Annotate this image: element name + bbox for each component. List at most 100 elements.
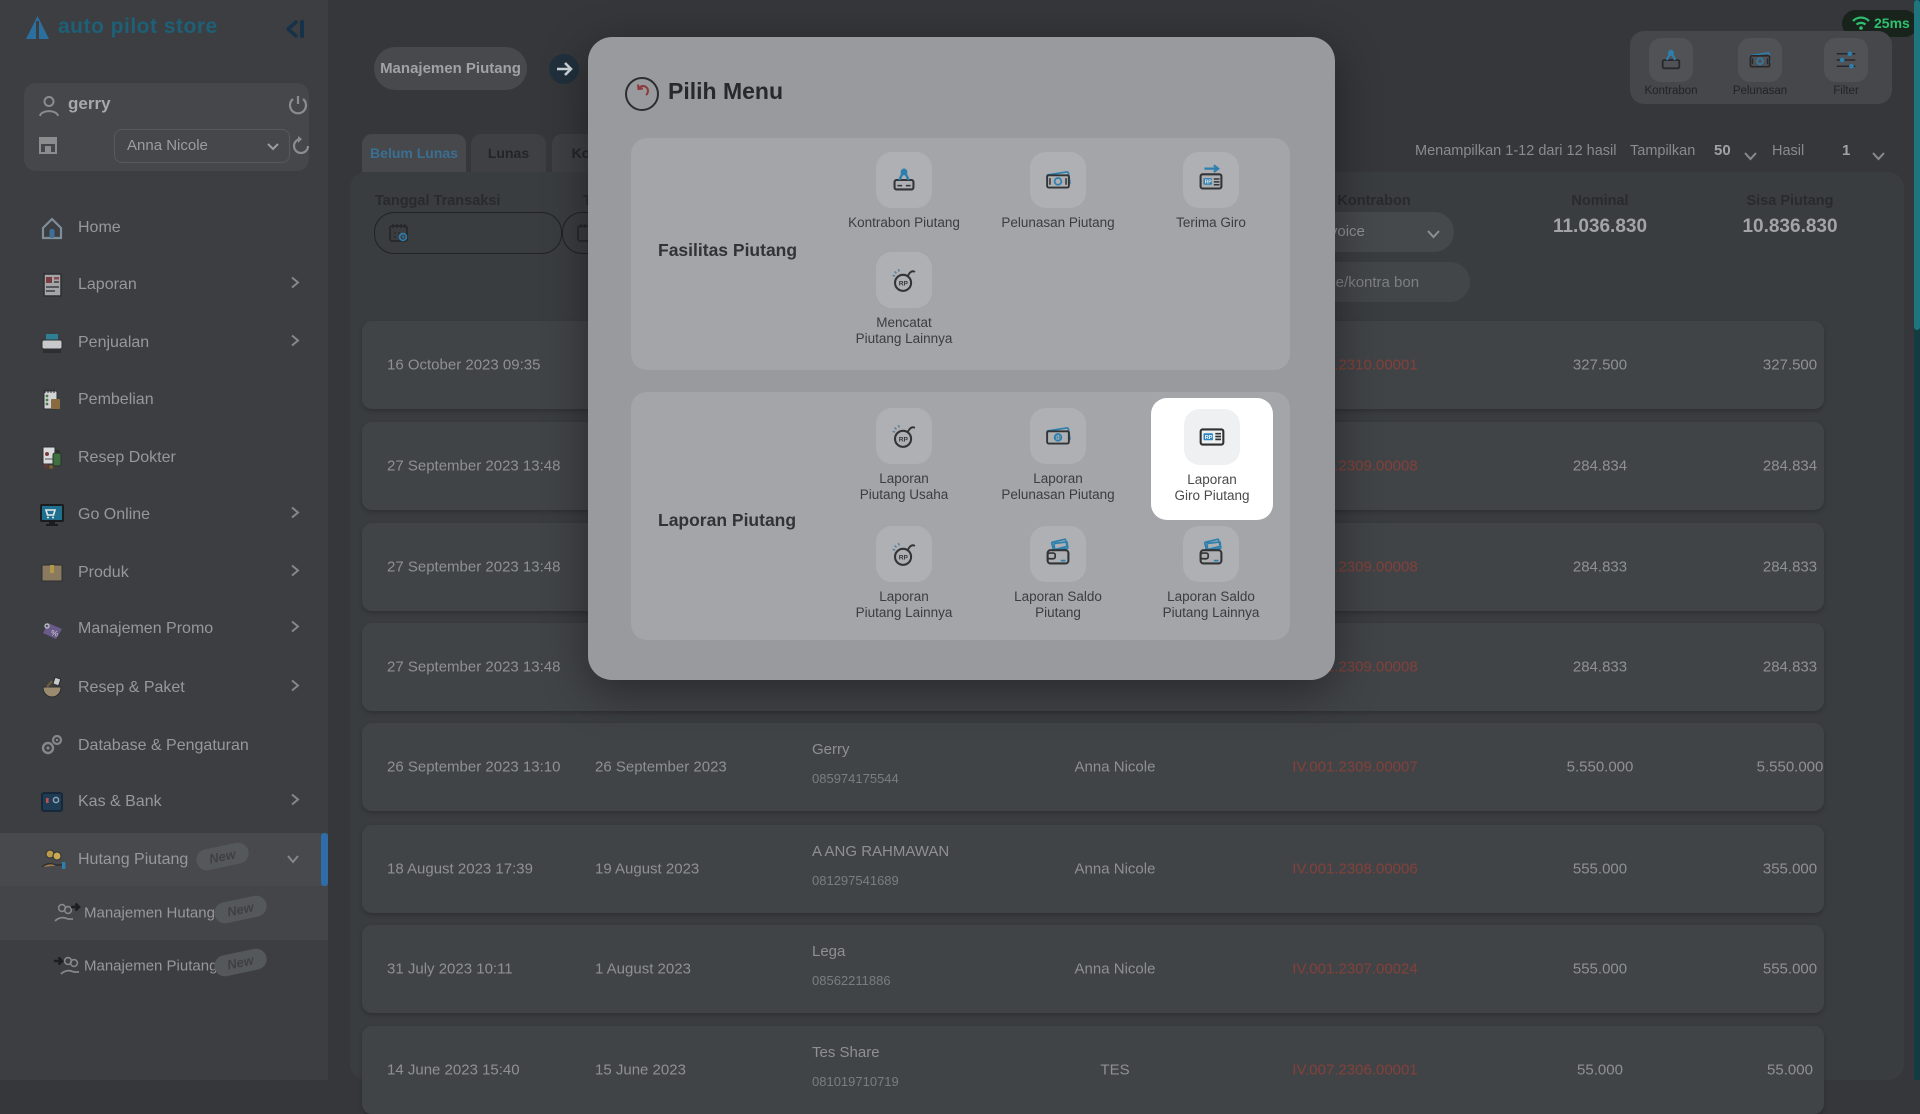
sidebar-item-penjualan[interactable]: Penjualan bbox=[0, 320, 328, 366]
app-logo-text: auto pilot store bbox=[58, 15, 218, 38]
svg-text:RP: RP bbox=[899, 437, 909, 444]
filter-sliders-icon bbox=[1824, 38, 1868, 82]
sisa-piutang-total: 10.836.830 bbox=[1742, 216, 1838, 237]
table-row[interactable]: 14 June 2023 15:40 15 June 2023 Tes Shar… bbox=[362, 1026, 1824, 1114]
sidebar-item-kas-bank[interactable]: Kas & Bank bbox=[0, 779, 328, 825]
page-select[interactable]: 1 bbox=[1842, 142, 1850, 159]
rp-bomb-icon: RP bbox=[876, 526, 932, 582]
sidebar-item-produk[interactable]: Produk bbox=[0, 550, 328, 596]
calendar-icon bbox=[387, 221, 411, 250]
notepad-icon bbox=[38, 386, 66, 414]
breadcrumb-forward-button[interactable] bbox=[549, 54, 579, 84]
col-header-nominal: Nominal bbox=[1571, 193, 1629, 209]
menu-item-laporan-piutang-usaha[interactable]: RP Laporan Piutang Usaha bbox=[829, 408, 979, 503]
section-laporan-piutang: Laporan Piutang RP Laporan Piutang Usaha… bbox=[631, 392, 1290, 640]
store-select-value: Anna Nicole bbox=[127, 137, 208, 154]
menu-item-laporan-pelunasan-piutang[interactable]: RP Laporan Pelunasan Piutang bbox=[983, 408, 1133, 503]
box-icon bbox=[38, 559, 66, 587]
svg-text:RP: RP bbox=[1055, 436, 1063, 442]
pelunasan-button[interactable]: Pelunasan bbox=[1720, 38, 1800, 97]
wallet-icon bbox=[1030, 526, 1086, 582]
banknote-icon bbox=[1030, 152, 1086, 208]
banknote-icon bbox=[1738, 38, 1782, 82]
refresh-icon[interactable] bbox=[290, 135, 312, 162]
section-fasilitas-piutang: Fasilitas Piutang Kontrabon Piutang Pelu… bbox=[631, 138, 1290, 370]
user-avatar-icon bbox=[36, 93, 62, 124]
quick-actions-card: Kontrabon Pelunasan Filter bbox=[1630, 31, 1892, 104]
invoice-link[interactable]: IV.007.2306.00001 bbox=[1245, 1062, 1465, 1079]
page-size-select[interactable]: 50 bbox=[1714, 142, 1731, 159]
chevron-right-icon bbox=[290, 679, 300, 698]
prescription-icon bbox=[38, 444, 66, 472]
menu-item-laporan-piutang-lainnya[interactable]: RP Laporan Piutang Lainnya bbox=[829, 526, 979, 621]
results-summary: Menampilkan 1-12 dari 12 hasil bbox=[1415, 143, 1617, 159]
menu-item-terima-giro[interactable]: RP Terima Giro bbox=[1136, 152, 1286, 231]
sidebar-item-pembelian[interactable]: Pembelian bbox=[0, 377, 328, 423]
tanggal-transaksi-input[interactable] bbox=[374, 212, 562, 254]
chevron-right-icon bbox=[290, 793, 300, 812]
kontrabon-button[interactable]: Kontrabon bbox=[1631, 38, 1711, 97]
chevron-down-icon[interactable] bbox=[1872, 148, 1885, 166]
sidebar-item-laporan[interactable]: Laporan bbox=[0, 262, 328, 308]
menu-item-kontrabon-piutang[interactable]: Kontrabon Piutang bbox=[829, 152, 979, 231]
sidebar-item-manajemen-piutang[interactable]: Manajemen Piutang New bbox=[0, 943, 328, 989]
page-label: Hasil bbox=[1772, 143, 1805, 159]
breadcrumb: Manajemen Piutang bbox=[374, 47, 527, 90]
rp-bomb-icon: RP bbox=[876, 252, 932, 308]
filter-button[interactable]: Filter bbox=[1806, 38, 1886, 97]
safe-icon bbox=[38, 788, 66, 816]
logout-power-icon[interactable] bbox=[287, 94, 309, 121]
printer-icon bbox=[38, 329, 66, 357]
sidebar-item-go-online[interactable]: Go Online bbox=[0, 492, 328, 538]
menu-item-mencatat-piutang-lainnya[interactable]: RP Mencatat Piutang Lainnya bbox=[829, 252, 979, 347]
collapse-sidebar-icon[interactable] bbox=[282, 18, 308, 45]
giro-card-icon: RP bbox=[1184, 409, 1240, 465]
menu-item-laporan-saldo-piutang-lainnya[interactable]: Laporan Saldo Piutang Lainnya bbox=[1136, 526, 1286, 621]
menu-item-pelunasan-piutang[interactable]: Pelunasan Piutang bbox=[983, 152, 1133, 231]
table-row[interactable]: 31 July 2023 10:11 1 August 2023 Lega 08… bbox=[362, 925, 1824, 1013]
new-badge: New bbox=[194, 840, 251, 873]
new-badge: New bbox=[212, 946, 269, 979]
chevron-right-icon bbox=[290, 564, 300, 583]
back-arrow-icon bbox=[633, 83, 651, 106]
pilih-menu-modal: Pilih Menu Fasilitas Piutang Kontrabon P… bbox=[588, 37, 1335, 680]
new-badge: New bbox=[212, 893, 269, 926]
sidebar-item-database-pengaturan[interactable]: Database & Pengaturan bbox=[0, 723, 328, 769]
back-button[interactable] bbox=[625, 77, 659, 111]
chevron-right-icon bbox=[290, 334, 300, 353]
svg-text:%: % bbox=[50, 628, 59, 638]
tab-belum-lunas[interactable]: Belum Lunas bbox=[362, 134, 466, 172]
chevron-down-icon bbox=[1427, 220, 1440, 262]
store-select[interactable]: Anna Nicole bbox=[114, 129, 290, 163]
hand-coins-in-icon bbox=[52, 952, 80, 980]
sidebar-item-manajemen-promo[interactable]: % Manajemen Promo bbox=[0, 606, 328, 652]
chevron-down-icon[interactable] bbox=[1744, 148, 1757, 166]
rp-bomb-icon: RP bbox=[876, 408, 932, 464]
chevron-down-icon bbox=[286, 851, 300, 869]
sidebar-item-hutang-piutang[interactable]: Hutang Piutang New bbox=[0, 837, 328, 883]
sidebar-item-resep-dokter[interactable]: Resep Dokter bbox=[0, 435, 328, 481]
sidebar-item-resep-paket[interactable]: Resep & Paket bbox=[0, 665, 328, 711]
gears-icon bbox=[38, 732, 66, 760]
table-row[interactable]: 26 September 2023 13:10 26 September 202… bbox=[362, 723, 1824, 811]
table-row[interactable]: 18 August 2023 17:39 19 August 2023 A AN… bbox=[362, 825, 1824, 913]
menu-item-laporan-giro-piutang[interactable]: RP Laporan Giro Piutang bbox=[1151, 398, 1273, 520]
svg-text:RP: RP bbox=[1205, 179, 1213, 185]
latency-value: 25ms bbox=[1874, 15, 1910, 31]
page-scrollbar-thumb[interactable] bbox=[1914, 0, 1920, 330]
sidebar-item-manajemen-hutang[interactable]: Manajemen Hutang New bbox=[0, 890, 328, 936]
chevron-right-icon bbox=[290, 506, 300, 525]
binder-clip-icon bbox=[1649, 38, 1693, 82]
user-card: gerry Anna Nicole bbox=[24, 83, 312, 171]
sidebar-item-home[interactable]: Home bbox=[0, 205, 328, 251]
sidebar: auto pilot store gerry Anna Nicole Home bbox=[0, 0, 328, 1080]
banknote-icon: RP bbox=[1030, 408, 1086, 464]
invoice-link[interactable]: IV.001.2308.00006 bbox=[1245, 861, 1465, 878]
tab-lunas[interactable]: Lunas bbox=[471, 134, 546, 172]
invoice-link[interactable]: IV.001.2309.00007 bbox=[1245, 759, 1465, 776]
menu-item-laporan-saldo-piutang[interactable]: Laporan Saldo Piutang bbox=[983, 526, 1133, 621]
app-logo-icon bbox=[24, 15, 51, 43]
page-size-label: Tampilkan bbox=[1630, 143, 1696, 159]
home-icon bbox=[38, 214, 66, 242]
invoice-link[interactable]: IV.001.2307.00024 bbox=[1245, 961, 1465, 978]
